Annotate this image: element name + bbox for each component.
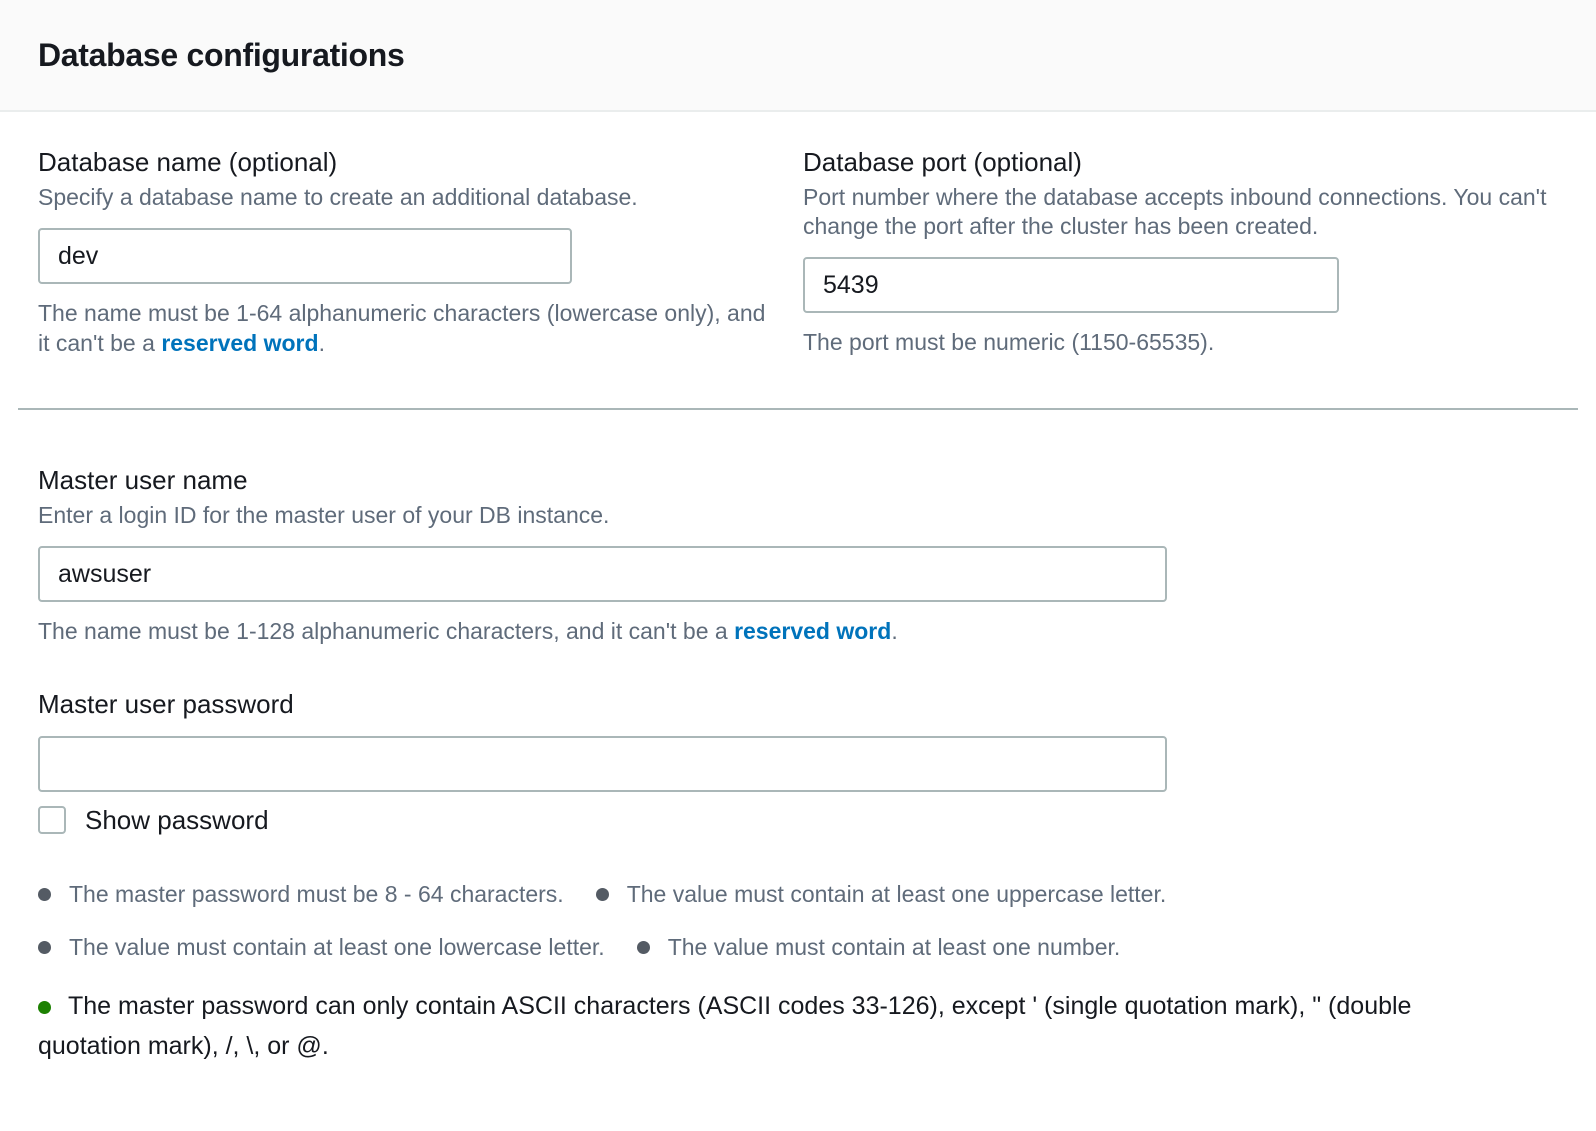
ascii-rule: The master password can only contain ASC… bbox=[38, 986, 1478, 1066]
bullet-dot-icon bbox=[38, 888, 51, 901]
reserved-word-link[interactable]: reserved word bbox=[161, 330, 318, 356]
rule-item: The value must contain at least one numb… bbox=[637, 933, 1121, 962]
show-password-row: Show password bbox=[38, 804, 1558, 836]
panel-header: Database configurations bbox=[0, 0, 1596, 112]
database-name-constraint: The name must be 1-64 alphanumeric chara… bbox=[38, 298, 768, 358]
rule-item: The value must contain at least one uppe… bbox=[596, 880, 1167, 909]
master-user-name-description: Enter a login ID for the master user of … bbox=[38, 501, 1558, 530]
constraint-suffix: . bbox=[891, 618, 897, 644]
bullet-dot-icon bbox=[637, 941, 650, 954]
constraint-suffix: . bbox=[319, 330, 325, 356]
database-port-label: Database port (optional) bbox=[803, 146, 1558, 178]
field-database-port: Database port (optional) Port number whe… bbox=[803, 146, 1558, 358]
section-divider bbox=[18, 408, 1578, 410]
rule-row: The value must contain at least one lowe… bbox=[38, 933, 1558, 962]
database-configurations-panel: Database configurations Database name (o… bbox=[0, 0, 1596, 1131]
master-user-name-constraint: The name must be 1-128 alphanumeric char… bbox=[38, 616, 1138, 646]
database-port-constraint: The port must be numeric (1150-65535). bbox=[803, 327, 1533, 357]
database-name-input[interactable] bbox=[38, 228, 572, 284]
page-title: Database configurations bbox=[38, 35, 1558, 75]
panel-body: Database name (optional) Specify a datab… bbox=[0, 112, 1596, 1131]
field-master-user-password: Master user password Show password bbox=[38, 688, 1558, 836]
show-password-checkbox[interactable] bbox=[38, 806, 66, 834]
master-user-password-input[interactable] bbox=[38, 736, 1167, 792]
show-password-label[interactable]: Show password bbox=[85, 804, 269, 836]
constraint-text: The name must be 1-128 alphanumeric char… bbox=[38, 618, 734, 644]
master-user-name-label: Master user name bbox=[38, 464, 1558, 496]
reserved-word-link[interactable]: reserved word bbox=[734, 618, 891, 644]
password-validation-rules: The master password must be 8 - 64 chara… bbox=[38, 880, 1558, 1066]
rule-row: The master password must be 8 - 64 chara… bbox=[38, 880, 1558, 909]
rule-item: The master password must be 8 - 64 chara… bbox=[38, 880, 564, 909]
constraint-text: The name must be 1-64 alphanumeric chara… bbox=[38, 300, 765, 356]
rule-text: The value must contain at least one lowe… bbox=[69, 933, 605, 962]
rule-text: The value must contain at least one uppe… bbox=[627, 880, 1167, 909]
rule-item: The value must contain at least one lowe… bbox=[38, 933, 605, 962]
database-port-description: Port number where the database accepts i… bbox=[803, 183, 1558, 241]
bullet-dot-icon bbox=[38, 941, 51, 954]
database-name-label: Database name (optional) bbox=[38, 146, 768, 178]
rule-text: The value must contain at least one numb… bbox=[668, 933, 1121, 962]
database-port-input[interactable] bbox=[803, 257, 1339, 313]
success-bullet-dot-icon bbox=[38, 1001, 51, 1014]
rule-text: The master password must be 8 - 64 chara… bbox=[69, 880, 564, 909]
bullet-dot-icon bbox=[596, 888, 609, 901]
database-name-description: Specify a database name to create an add… bbox=[38, 183, 768, 212]
ascii-rule-text: The master password can only contain ASC… bbox=[38, 992, 1411, 1060]
master-user-name-input[interactable] bbox=[38, 546, 1167, 602]
field-master-user-name: Master user name Enter a login ID for th… bbox=[38, 464, 1558, 646]
database-name-port-row: Database name (optional) Specify a datab… bbox=[38, 146, 1558, 358]
field-database-name: Database name (optional) Specify a datab… bbox=[38, 146, 768, 358]
master-user-password-label: Master user password bbox=[38, 688, 1558, 720]
